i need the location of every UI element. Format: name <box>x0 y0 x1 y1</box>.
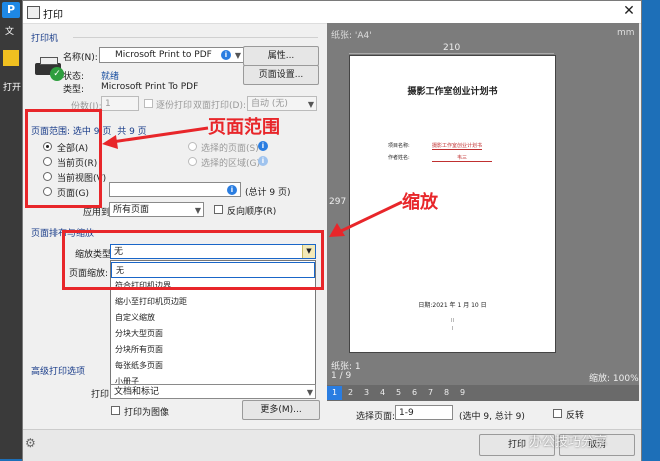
page-setup-button[interactable]: 页面设置... <box>243 65 319 85</box>
paper-width: 210 <box>443 43 461 53</box>
info-icon[interactable]: i <box>221 50 231 60</box>
print-as-image-label: 打印为图像 <box>124 408 170 418</box>
unit-label: mm <box>617 28 635 38</box>
project-label: 项目名称: <box>388 143 410 149</box>
print-what-label: 打印 <box>91 390 110 400</box>
zoom-option[interactable]: 自定义缩放 <box>111 310 315 326</box>
more-button[interactable]: 更多(M)... <box>242 400 320 420</box>
annotation-label-range: 页面范围 <box>208 117 280 138</box>
chevron-down-icon: ▼ <box>307 100 314 109</box>
invert-checkbox[interactable] <box>553 409 562 418</box>
collate-label: 逐份打印 <box>156 101 193 111</box>
select-pages-input[interactable]: 1-9 <box>395 405 453 420</box>
apply-to-select[interactable]: 所有页面 ▼ <box>109 202 204 217</box>
zoom-info: 缩放: 100% <box>589 374 639 384</box>
page-number[interactable]: 5 <box>391 386 406 400</box>
page-mark: II <box>451 318 454 324</box>
bg-open-text: 打开 <box>3 83 22 93</box>
page-number[interactable]: 4 <box>375 386 390 400</box>
apply-to-value: 所有页面 <box>113 205 150 215</box>
title-bar: 打印 ✕ <box>23 1 641 24</box>
page-number[interactable]: 9 <box>455 386 470 400</box>
total-pages-text: (总计 9 页) <box>245 188 291 198</box>
print-dialog-icon <box>27 6 40 19</box>
page-number[interactable]: 7 <box>423 386 438 400</box>
zoom-option[interactable]: 缩小至打印机页边距 <box>111 294 315 310</box>
doc-title: 摄影工作室创业计划书 <box>407 87 498 97</box>
page-number[interactable]: 1 <box>327 386 342 400</box>
annotation-box-range <box>25 109 102 208</box>
page-navigator: 1 2 3 4 5 6 7 8 9 <box>327 385 639 401</box>
reverse-order-checkbox[interactable] <box>214 205 223 214</box>
settings-gear-icon[interactable]: ⚙ <box>25 436 39 450</box>
duplex-value: 自动 (无) <box>251 99 288 109</box>
zoom-option[interactable]: 每张纸多页面 <box>111 358 315 374</box>
info-icon[interactable]: i <box>258 141 268 151</box>
printer-icon: ✓ <box>35 57 65 81</box>
status-value: 就绪 <box>101 72 120 82</box>
close-button[interactable]: ✕ <box>621 3 637 19</box>
annotation-arrow-zoom <box>329 200 403 237</box>
author-value: 韦三 <box>432 154 492 162</box>
bg-menu-text: 文 <box>5 27 15 37</box>
print-what-select[interactable]: 文档和标记 ▼ <box>110 384 316 399</box>
invert-label: 反转 <box>566 411 585 421</box>
print-as-image-checkbox[interactable] <box>111 406 120 415</box>
selected-area-label: 选择的区域(G) <box>201 159 260 169</box>
type-label: 类型: <box>63 85 85 95</box>
copies-input[interactable]: 1 <box>101 96 139 111</box>
annotation-label-zoom: 缩放 <box>402 192 438 213</box>
page-number[interactable]: 8 <box>439 386 454 400</box>
watermark: 办公技巧分享 <box>529 435 608 450</box>
properties-button[interactable]: 属性... <box>243 46 319 66</box>
project-value: 摄影工作室创业计划书 <box>432 143 483 150</box>
pages-input[interactable]: i <box>109 182 241 197</box>
divider <box>73 37 318 38</box>
select-pages-info: (选中 9, 总计 9) <box>459 412 525 422</box>
print-what-value: 文档和标记 <box>114 387 160 397</box>
duplex-label: 双面打印(D): <box>193 101 246 111</box>
info-icon[interactable]: i <box>227 185 237 195</box>
chevron-down-icon: ▼ <box>194 206 201 215</box>
reverse-order-label: 反向顺序(R) <box>227 207 277 217</box>
author-label: 作者姓名: <box>388 155 410 161</box>
printer-section-title: 打印机 <box>31 34 59 44</box>
window-title: 打印 <box>43 10 63 21</box>
printer-name-select[interactable]: Microsoft Print to PDF i ▼ <box>99 47 244 63</box>
date-line: 日期:2021 年 1 月 10 日 <box>418 302 487 309</box>
collate-checkbox[interactable] <box>144 99 153 108</box>
status-label: 状态: <box>63 72 85 82</box>
type-value: Microsoft Print To PDF <box>101 82 199 92</box>
page-of: 1 / 9 <box>331 371 352 381</box>
info-icon[interactable]: i <box>258 156 268 166</box>
paper-size-label: 纸张: 'A4' <box>331 31 372 41</box>
select-pages-label: 选择页面: <box>356 412 396 422</box>
page-number[interactable]: 3 <box>359 386 374 400</box>
app-logo: P <box>2 2 20 18</box>
folder-icon <box>3 50 19 66</box>
duplex-select[interactable]: 自动 (无) ▼ <box>247 96 317 111</box>
annotation-arrow-range <box>102 126 209 149</box>
annotation-box-zoom <box>62 230 324 290</box>
page-mark-2: I <box>451 326 454 332</box>
zoom-option[interactable]: 分块大型页面 <box>111 326 315 342</box>
page-number[interactable]: 6 <box>407 386 422 400</box>
chevron-down-icon: ▼ <box>306 388 313 397</box>
printer-name-label: 名称(N): <box>63 53 98 63</box>
page-number[interactable]: 2 <box>343 386 358 400</box>
radio-selected-area[interactable] <box>188 157 197 166</box>
advanced-section-title: 高级打印选项 <box>31 367 86 377</box>
chevron-down-icon: ▼ <box>234 51 241 60</box>
zoom-option[interactable]: 分块所有页面 <box>111 342 315 358</box>
background-app-strip: P 文 打开 <box>0 0 22 459</box>
printer-name-value: Microsoft Print to PDF <box>115 50 212 60</box>
